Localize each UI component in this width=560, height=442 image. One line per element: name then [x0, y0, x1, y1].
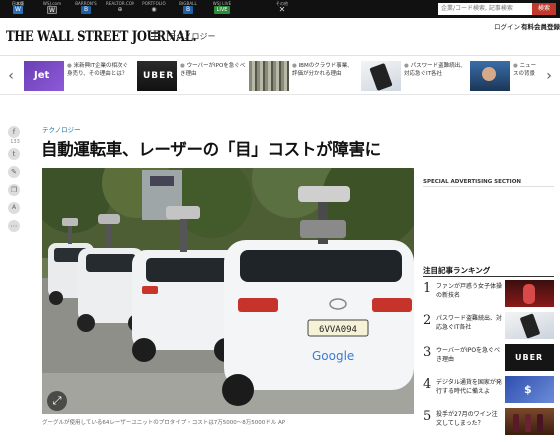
realtor-icon: ⊕ [115, 6, 125, 14]
chevron-right-icon[interactable]: › [542, 67, 556, 85]
more-icon: ✕ [278, 5, 286, 14]
ranking-text: パスワード盗難続出、対応急ぐIT各社 [436, 315, 503, 331]
google-logo: Google [312, 349, 354, 363]
facebook-icon[interactable]: f [8, 126, 20, 138]
login-link[interactable]: ログイン [494, 21, 520, 31]
carousel-item-title: ● パスワード盗難続出、対応急ぐIT各社 [404, 63, 466, 77]
expand-photo-icon[interactable]: ⤢ [47, 391, 67, 411]
network-item-portfolio[interactable]: PORTFOLIO ◉ [140, 1, 168, 17]
carousel-thumbnail: UBER [137, 61, 177, 91]
network-item-wsj-live[interactable]: WSJ LIVE LIVE [208, 1, 236, 17]
ranking-thumbnail: UBER [505, 344, 554, 371]
carousel-item-text: ウーバーがIPOを急ぐべき理由 [180, 63, 246, 77]
ranking-number: 5 [423, 409, 432, 424]
menu-icon[interactable] [151, 32, 160, 41]
carousel-item-title: ● IBMのクラウド事業、評価が分かれる理由 [292, 63, 353, 77]
carousel-item[interactable]: ● パスワード盗難続出、対応急ぐIT各社 [361, 61, 469, 91]
ranking-number: 2 [423, 313, 432, 328]
wsj-icon: W [47, 6, 57, 14]
carousel-item-text: IBMのクラウド事業、評価が分かれる理由 [292, 63, 353, 77]
chevron-left-icon[interactable]: ‹ [4, 67, 18, 85]
network-bar: 日本版 W WSJ.com W BARRON'S B REALTOR.COM ⊕… [0, 0, 560, 18]
ranking-title: 注目記事ランキング [423, 266, 491, 275]
carousel-thumbnail [249, 61, 289, 91]
carousel-item[interactable]: UBER ● ウーバーがIPOを急ぐべき理由 [137, 61, 245, 91]
article-kicker[interactable]: テクノロジー [42, 124, 81, 134]
ad-section-label: SPECIAL ADVERTISING SECTION [423, 179, 522, 185]
carousel-item[interactable]: Jet ● 米新興IT企業の相次ぐ身売り、その理由とは？ [24, 61, 132, 91]
wsj-live-icon: LIVE [214, 6, 230, 14]
network-item-more[interactable]: その他 ✕ [268, 1, 296, 17]
ranking-thumbnail: $ [505, 376, 554, 403]
section-name[interactable]: テクノロジー [168, 31, 216, 42]
ranking-thumbnail [505, 312, 554, 339]
ranking-text: ファンが戸惑う女子体操の新技名 [436, 283, 503, 299]
network-item-realtor[interactable]: REALTOR.COM ⊕ [106, 1, 134, 17]
carousel-item-title: ● ニュースの背景 [513, 63, 537, 77]
ranking-number: 1 [423, 281, 432, 296]
bigball-icon: B [183, 6, 193, 14]
search-button[interactable]: 検索 [532, 3, 556, 15]
masthead: THE WALL STREET JOURNAL. テクノロジー ログイン 有料会… [0, 18, 560, 56]
comment-icon[interactable]: ✎ [8, 166, 20, 178]
carousel-item[interactable]: ● IBMのクラウド事業、評価が分かれる理由 [249, 61, 357, 91]
carousel-item-title: ● ウーバーがIPOを急ぐべき理由 [180, 63, 246, 77]
subscribe-link[interactable]: 有料会員登録 [521, 21, 560, 31]
twitter-icon[interactable]: t [8, 148, 20, 160]
divider [423, 186, 554, 187]
carousel-thumbnail [361, 61, 401, 91]
thumbnail-text: UBER [515, 353, 544, 362]
search-input[interactable] [438, 3, 532, 15]
share-count: 133 [10, 139, 20, 145]
carousel-item-title: ● 米新興IT企業の相次ぐ身売り、その理由とは？ [67, 63, 129, 77]
carousel-item[interactable]: ● ニュースの背景 [470, 61, 538, 91]
network-item-japan[interactable]: 日本版 W [4, 1, 32, 17]
network-item-barrons[interactable]: BARRON'S B [72, 1, 100, 17]
ranking-text: 投手が27月のワイン注文してしまった？ [436, 411, 498, 427]
portfolio-icon: ◉ [149, 6, 159, 14]
carousel-item-text: 米新興IT企業の相次ぐ身売り、その理由とは？ [67, 63, 129, 77]
ranking-thumbnail [505, 408, 554, 435]
more-options-icon[interactable]: ⋯ [8, 220, 20, 232]
ranking-item[interactable]: 5 投手が27月のワイン注文してしまった？ [423, 408, 555, 438]
thumbnail-text: $ [524, 383, 532, 396]
ranking-thumbnail [505, 280, 554, 307]
network-item-bigball[interactable]: BIGBALL B [174, 1, 202, 17]
ranking-item[interactable]: 1 ファンが戸惑う女子体操の新技名 [423, 280, 555, 310]
related-carousel: ‹ Jet ● 米新興IT企業の相次ぐ身売り、その理由とは？ UBER ● ウー… [0, 57, 560, 95]
carousel-item-text: パスワード盗難続出、対応急ぐIT各社 [404, 63, 466, 77]
network-item-label: WSJ.com [42, 1, 62, 6]
font-size-icon[interactable]: A [8, 202, 20, 214]
carousel-thumbnail: Jet [24, 61, 64, 91]
ranking-text: ウーバーがIPOを急ぐべき理由 [436, 347, 501, 363]
ranking-item[interactable]: 3 ウーバーがIPOを急ぐべき理由 UBER [423, 344, 555, 374]
carousel-thumbnail [470, 61, 510, 91]
divider [423, 276, 554, 277]
barrons-icon: B [81, 6, 91, 14]
article-headline: 自動運転車、レーザーの「目」コストが障害に [41, 140, 381, 159]
ranking-text: デジタル通貨を国家が発行する時代に備えよ [436, 379, 502, 395]
thumbnail-text: Jet [34, 70, 50, 81]
license-plate: 6VVA094 [319, 325, 357, 335]
ranking-item[interactable]: 4 デジタル通貨を国家が発行する時代に備えよ $ [423, 376, 555, 406]
bookmark-icon[interactable]: ❐ [8, 184, 20, 196]
ranking-number: 4 [423, 377, 432, 392]
thumbnail-text: UBER [143, 71, 175, 81]
article-photo[interactable]: 6VVA094 Google [42, 168, 414, 414]
ranking-number: 3 [423, 345, 432, 360]
network-item-wsj[interactable]: WSJ.com W [38, 1, 66, 17]
photo-caption: グーグルが使用している64レーザーユニットのプロタイプ・コストは7万5000～8… [42, 420, 286, 426]
ranking-item[interactable]: 2 パスワード盗難続出、対応急ぐIT各社 [423, 312, 555, 342]
wsj-icon: W [13, 6, 23, 14]
